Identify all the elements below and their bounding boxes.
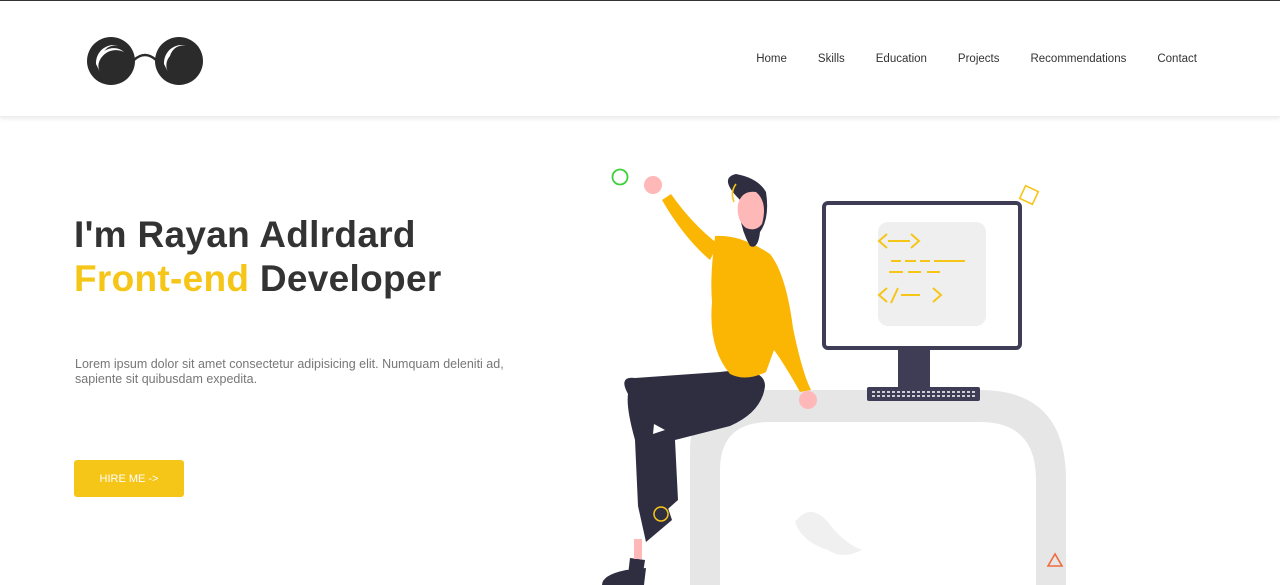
leaf-decoration (795, 512, 862, 555)
hero-title: I'm Rayan Adlrdard Front-end Developer (74, 213, 442, 301)
person-hand (644, 176, 662, 194)
nav-skills[interactable]: Skills (818, 53, 845, 65)
keyboard (867, 387, 980, 401)
circle-decoration (611, 168, 629, 186)
hero-description: Lorem ipsum dolor sit amet consectetur a… (75, 357, 504, 386)
nav-home[interactable]: Home (756, 53, 787, 65)
person-raised-arm (662, 194, 718, 260)
nav-education[interactable]: Education (876, 53, 927, 65)
person-shoe (602, 568, 646, 585)
main-nav: Home Skills Education Projects Recommend… (756, 53, 1197, 65)
square-decoration (1018, 184, 1040, 206)
person-torso (711, 235, 811, 392)
hero-role-accent: Front-end (74, 258, 250, 299)
nav-recommendations[interactable]: Recommendations (1030, 53, 1126, 65)
monitor-stand (898, 345, 930, 393)
nav-projects[interactable]: Projects (958, 53, 1000, 65)
glasses-icon[interactable] (84, 34, 206, 88)
developer-at-monitor-illustration (602, 168, 1066, 585)
hero-role-rest: Developer (249, 258, 442, 299)
nav-contact[interactable]: Contact (1157, 53, 1197, 65)
hire-me-button[interactable]: HIRE ME -> (74, 460, 184, 497)
desk-shape (690, 390, 1066, 585)
site-header: Home Skills Education Projects Recommend… (0, 1, 1280, 117)
hero-greeting: I'm Rayan Adlrdard (74, 214, 416, 255)
